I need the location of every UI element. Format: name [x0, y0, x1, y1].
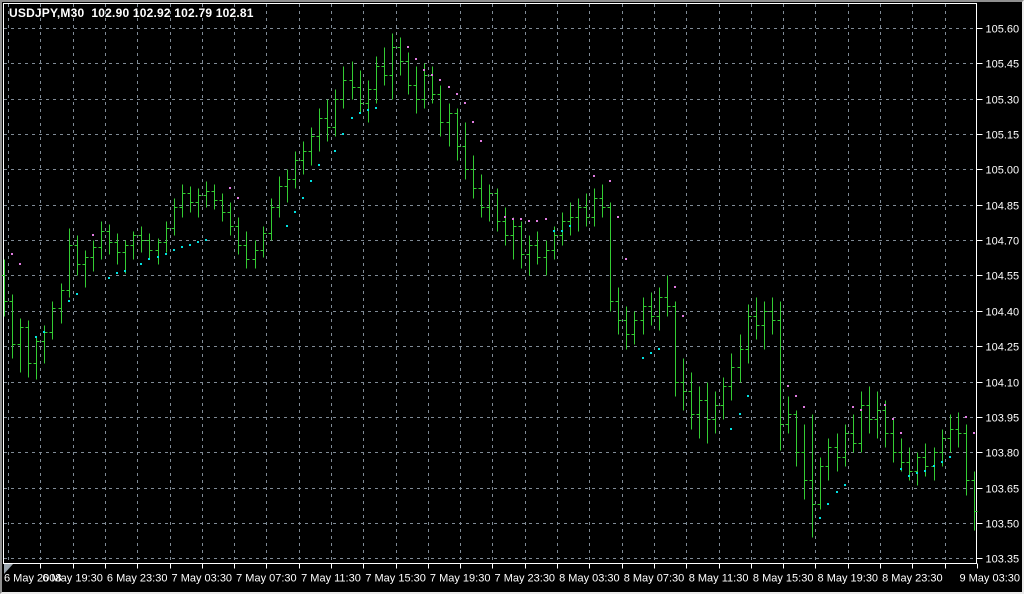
plot-frame — [4, 4, 977, 564]
grid-lines — [4, 4, 976, 563]
price-scale[interactable] — [977, 4, 1020, 564]
mt4-chart-window: USDJPY,M30 102.90 102.92 102.79 102.81 1… — [0, 0, 1024, 594]
chart-symbol-ohlc-label: USDJPY,M30 102.90 102.92 102.79 102.81 — [9, 6, 254, 20]
chart-area[interactable]: 105.60105.45105.30105.15105.00104.85104.… — [2, 2, 1022, 592]
time-scale[interactable] — [4, 564, 977, 590]
price-bars — [2, 34, 978, 538]
